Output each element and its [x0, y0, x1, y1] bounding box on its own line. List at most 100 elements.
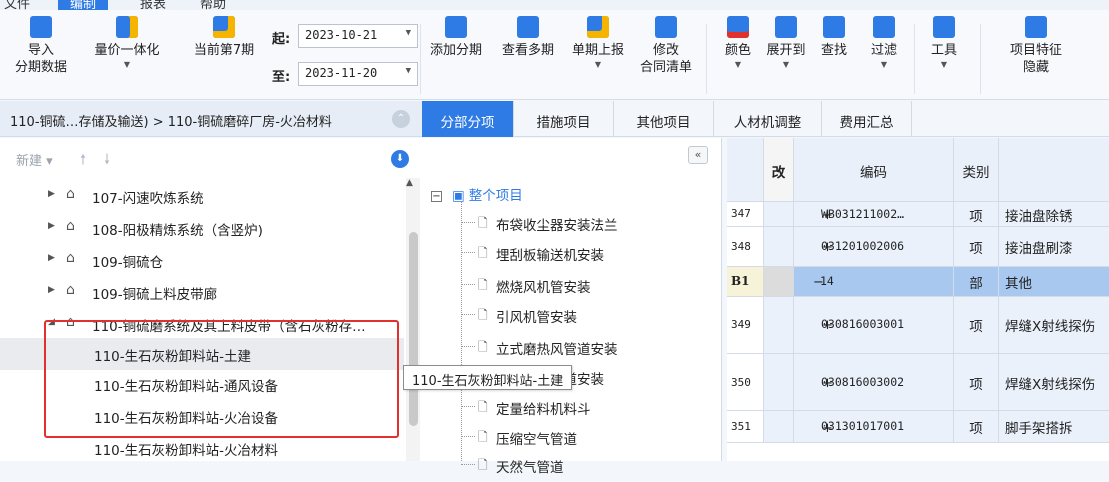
document-icon: 🗋 — [478, 308, 488, 322]
menu-bar: 文件 编制 报表 帮助 — [0, 0, 1109, 10]
code-header[interactable]: 编码 — [794, 138, 954, 202]
chevron-down-icon: ▼ — [123, 60, 131, 69]
add-period-icon — [445, 16, 467, 38]
paint-bucket-icon — [727, 16, 749, 38]
table-row[interactable]: 347 WB031211002… 项 接油盘除锈 — [727, 202, 1109, 227]
start-date-row: 起: 2023-10-21 ▼ — [272, 24, 422, 48]
ribbon-divider — [980, 24, 981, 94]
chevron-down-icon[interactable]: ▼ — [406, 66, 411, 76]
move-up-icon[interactable]: 🠕 — [80, 149, 86, 173]
tools-button[interactable]: 工具 ▼ — [922, 10, 966, 71]
tree-root[interactable]: − ▣ 整个项目 — [431, 184, 523, 204]
modify-contract-button[interactable]: 修改 合同清单 — [634, 10, 698, 76]
expand-plus-icon[interactable]: + — [822, 376, 833, 391]
expand-plus-icon[interactable]: + — [822, 208, 833, 223]
tab-measures[interactable]: 措施项目 — [514, 101, 614, 137]
calendar-icon — [213, 16, 235, 38]
list-item[interactable]: 🗋 压缩空气管道 — [461, 424, 711, 454]
start-date-field[interactable]: 2023-10-21 ▼ — [298, 24, 418, 48]
list-item[interactable]: 🗋 引风机管安装 — [461, 302, 711, 332]
chevron-down-icon: ▼ — [782, 60, 790, 69]
expand-arrow-icon[interactable]: ▶ — [48, 221, 55, 231]
expand-to-button[interactable]: 展开到 ▼ — [762, 10, 810, 71]
collapse-box-icon[interactable]: − — [431, 191, 442, 202]
type-header[interactable]: 类别 — [954, 138, 999, 202]
document-icon: 🗋 — [478, 216, 488, 230]
list-item[interactable]: 🗋 布袋收尘器安装法兰 — [461, 210, 711, 240]
tools-icon — [933, 16, 955, 38]
tab-cost-summary[interactable]: 费用汇总 — [822, 101, 912, 137]
table-row-section[interactable]: B1 14 部 其他 — [727, 267, 1109, 297]
table-row[interactable]: 348 031201002006 项 接油盘刷漆 — [727, 227, 1109, 267]
tab-other[interactable]: 其他项目 — [614, 101, 714, 137]
name-header[interactable] — [999, 138, 1109, 202]
import-periods-button[interactable]: 导入 分期数据 — [10, 10, 72, 76]
end-date-row: 至: 2023-11-20 ▼ — [272, 62, 422, 86]
document-icon: 🗋 — [478, 278, 488, 292]
document-icon: 🗋 — [478, 430, 488, 444]
edit-list-icon — [655, 16, 677, 38]
quantity-price-button[interactable]: 量价一体化 ▼ — [86, 10, 168, 71]
tree-item[interactable]: ▶ ⌂ 109-铜硫仓 — [0, 244, 404, 276]
menu-edit[interactable]: 编制 — [58, 0, 109, 10]
table-row[interactable]: 351 031301017001 项 脚手架搭拆 — [727, 411, 1109, 443]
view-periods-button[interactable]: 查看多期 — [496, 10, 560, 59]
scrollbar-thumb[interactable] — [409, 232, 418, 426]
color-button[interactable]: 颜色 ▼ — [716, 10, 760, 71]
table-row[interactable]: 349 030816003001 项 焊缝X射线探伤 — [727, 297, 1109, 354]
collapse-panel-icon[interactable]: « — [688, 146, 708, 164]
hide-features-button[interactable]: 项目特征 隐藏 — [996, 10, 1076, 76]
expand-arrow-icon[interactable]: ▶ — [48, 285, 55, 295]
list-item[interactable]: 🗋 燃烧风机管安装 — [461, 272, 711, 302]
document-icon: 🗋 — [478, 400, 488, 414]
expand-arrow-icon[interactable]: ▶ — [48, 189, 55, 199]
tab-bar: 分部分项 措施项目 其他项目 人材机调整 费用汇总 — [422, 101, 1109, 137]
chevron-down-icon: ▼ — [940, 60, 948, 69]
change-header: 改 — [764, 138, 794, 202]
tree-item[interactable]: ▶ ⌂ 108-阳极精炼系统（含竖炉) — [0, 212, 404, 244]
list-item[interactable]: 🗋 天然气管道 — [461, 452, 711, 482]
chevron-down-icon: ▼ — [734, 60, 742, 69]
home-icon: ⌂ — [66, 186, 75, 202]
home-icon: ⌂ — [66, 218, 75, 234]
tree-item[interactable]: ▶ ⌂ 109-铜硫上料皮带廊 — [0, 276, 404, 308]
document-icon: 🗋 — [478, 340, 488, 354]
menu-help[interactable]: 帮助 — [200, 0, 226, 10]
expand-plus-icon[interactable]: + — [822, 318, 833, 333]
scroll-up-icon[interactable]: ▲ — [406, 178, 413, 188]
menu-file[interactable]: 文件 — [4, 0, 30, 10]
tab-labor-material[interactable]: 人材机调整 — [714, 101, 822, 137]
tree-toolbar: 新建 ▾ 🠕 🠗 ⬇ — [0, 138, 422, 178]
download-icon[interactable]: ⬇ — [391, 150, 409, 168]
highlight-box — [44, 320, 399, 438]
list-item[interactable]: 🗋 埋刮板输送机安装 — [461, 240, 711, 270]
table-row[interactable]: 350 030816003002 项 焊缝X射线探伤 — [727, 354, 1109, 411]
import-icon — [30, 16, 52, 38]
collapse-up-icon[interactable]: ⌃ — [392, 110, 410, 128]
binoculars-icon — [823, 16, 845, 38]
current-period-button[interactable]: 当前第7期 — [184, 10, 264, 59]
add-period-button[interactable]: 添加分期 — [424, 10, 488, 59]
list-item[interactable]: 🗋 立式磨热风管道安装 — [461, 334, 711, 364]
section-tree-panel: « − ▣ 整个项目 🗋 布袋收尘器安装法兰 🗋 埋刮板输送机安装 🗋 燃烧风机管安装 🗋… — [422, 138, 722, 476]
feature-hide-icon — [1025, 16, 1047, 38]
tab-items[interactable]: 分部分项 — [422, 101, 514, 137]
upload-icon — [587, 16, 609, 38]
folder-icon: ▣ — [452, 188, 465, 204]
menu-reports[interactable]: 报表 — [140, 0, 166, 10]
chevron-down-icon[interactable]: ▼ — [406, 28, 411, 38]
new-button[interactable]: 新建 ▾ — [16, 150, 53, 169]
move-down-icon[interactable]: 🠗 — [104, 149, 110, 173]
expand-plus-icon[interactable]: + — [822, 421, 833, 436]
expand-plus-icon[interactable]: + — [822, 240, 833, 255]
tree-item[interactable]: ▶ ⌂ 107-闪速吹炼系统 — [0, 180, 404, 212]
filter-button[interactable]: 过滤 ▼ — [860, 10, 908, 71]
view-periods-icon — [517, 16, 539, 38]
find-button[interactable]: 查找 — [814, 10, 854, 59]
single-report-button[interactable]: 单期上报 ▼ — [566, 10, 630, 71]
end-date-field[interactable]: 2023-11-20 ▼ — [298, 62, 418, 86]
ribbon-toolbar: 导入 分期数据 量价一体化 ▼ 当前第7期 起: 2023-10-21 ▼ 至:… — [0, 10, 1109, 100]
collapse-minus-icon[interactable]: − — [813, 275, 824, 290]
list-item[interactable]: 🗋 定量给料机料斗 — [461, 394, 711, 424]
expand-arrow-icon[interactable]: ▶ — [48, 253, 55, 263]
